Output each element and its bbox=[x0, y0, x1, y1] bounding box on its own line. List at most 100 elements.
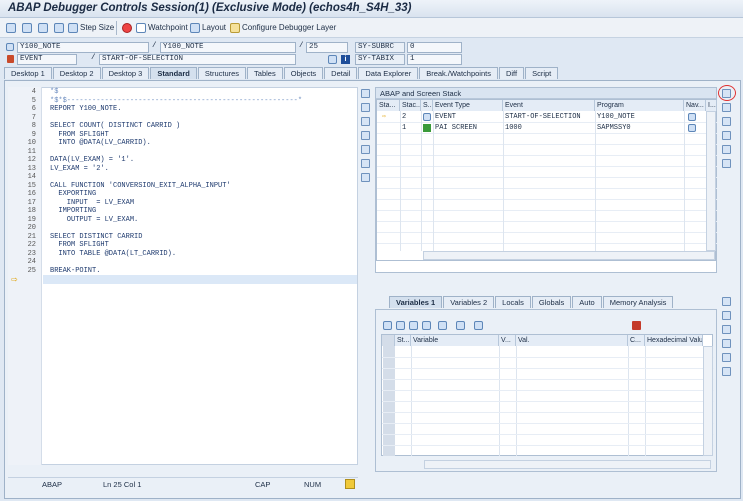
stack-row2-type[interactable]: PAI SCREEN bbox=[433, 123, 477, 134]
services-stack-icon[interactable] bbox=[722, 145, 731, 154]
var-tool-2-icon[interactable] bbox=[396, 321, 405, 330]
var-tool-1-icon[interactable] bbox=[383, 321, 392, 330]
code-line[interactable]: IMPORTING bbox=[50, 207, 96, 215]
code-line[interactable]: CALL FUNCTION 'CONVERSION_EXIT_ALPHA_INP… bbox=[50, 182, 231, 190]
stack-header-i[interactable]: I... bbox=[706, 100, 717, 111]
nav-row2-icon[interactable] bbox=[688, 124, 696, 132]
stack-header-level[interactable]: Stac... bbox=[400, 100, 421, 111]
var-vscroll[interactable] bbox=[703, 346, 713, 456]
code-line[interactable]: LV_EXAM = '2'. bbox=[50, 165, 109, 173]
replace-tool-icon[interactable] bbox=[361, 117, 370, 126]
code-line[interactable]: INTO TABLE @DATA(LT_CARRID). bbox=[50, 250, 176, 258]
tab-desktop-2[interactable]: Desktop 2 bbox=[52, 67, 101, 79]
var-header-c[interactable]: C... bbox=[628, 335, 645, 346]
stack-hscroll[interactable] bbox=[423, 251, 715, 260]
stack-row1-type[interactable]: EVENT bbox=[433, 112, 456, 123]
var-header-v[interactable]: V... bbox=[499, 335, 516, 346]
layout-vars-icon[interactable] bbox=[722, 367, 731, 376]
new-tool-icon[interactable] bbox=[361, 103, 370, 112]
close-tool-icon[interactable] bbox=[361, 89, 370, 98]
maximize-stack-icon[interactable] bbox=[722, 117, 731, 126]
layout-stack-icon[interactable] bbox=[722, 159, 731, 168]
layout-button[interactable]: Layout bbox=[190, 21, 226, 35]
step-into-icon[interactable] bbox=[6, 21, 16, 35]
code-line[interactable]: *$ bbox=[50, 88, 58, 96]
stack-tool-icon[interactable] bbox=[361, 173, 370, 182]
step-over-icon[interactable] bbox=[22, 21, 32, 35]
var-header-status[interactable]: St... bbox=[395, 335, 411, 346]
var-tool-7-icon[interactable] bbox=[474, 321, 483, 330]
tab-objects[interactable]: Objects bbox=[283, 67, 324, 79]
swap-stack-icon[interactable] bbox=[722, 131, 731, 140]
stack-header-status[interactable]: Sta... bbox=[377, 100, 400, 111]
tab-globals[interactable]: Globals bbox=[531, 296, 572, 308]
var-tool-6-icon[interactable] bbox=[456, 321, 465, 330]
tab-structures[interactable]: Structures bbox=[197, 67, 247, 79]
code-line[interactable]: BREAK-POINT. bbox=[50, 267, 100, 275]
tab-desktop-3[interactable]: Desktop 3 bbox=[101, 67, 150, 79]
var-tool-4-icon[interactable] bbox=[422, 321, 431, 330]
maximize-tool-icon[interactable] bbox=[361, 131, 370, 140]
swap-tool-icon[interactable] bbox=[361, 145, 370, 154]
code-line[interactable]: OUTPUT = LV_EXAM. bbox=[50, 216, 138, 224]
stack-row1-event[interactable]: START-OF-SELECTION bbox=[503, 112, 581, 123]
swap-vars-icon[interactable] bbox=[722, 339, 731, 348]
stack-row1-program[interactable]: Y100_NOTE bbox=[595, 112, 635, 123]
code-line[interactable]: DATA(LV_EXAM) = '1'. bbox=[50, 156, 134, 164]
navigate-icon[interactable] bbox=[328, 55, 337, 64]
continue-icon[interactable] bbox=[54, 21, 64, 35]
var-header-hex[interactable]: Hexadecimal Value bbox=[645, 335, 703, 346]
code-line[interactable]: EXPORTING bbox=[50, 190, 96, 198]
tab-desktop-1[interactable]: Desktop 1 bbox=[4, 67, 52, 79]
stack-row2-program[interactable]: SAPMSSY0 bbox=[595, 123, 631, 134]
var-header-variable[interactable]: Variable bbox=[411, 335, 499, 346]
stack-header-s[interactable]: S... bbox=[421, 100, 433, 111]
stack-row2-event[interactable]: 1000 bbox=[503, 123, 522, 134]
var-header-value[interactable]: Val. bbox=[516, 335, 628, 346]
stack-row1-level[interactable]: 2 bbox=[400, 112, 406, 123]
step-return-icon[interactable] bbox=[38, 21, 48, 35]
configure-layer-button[interactable]: Configure Debugger Layer bbox=[230, 21, 336, 35]
stack-header-program[interactable]: Program bbox=[595, 100, 684, 111]
nav-row1-icon[interactable] bbox=[688, 113, 696, 121]
maximize-vars-icon[interactable] bbox=[722, 325, 731, 334]
services-tool-icon[interactable] bbox=[361, 159, 370, 168]
stack-vscroll[interactable] bbox=[706, 111, 716, 251]
tab-detail[interactable]: Detail bbox=[324, 67, 358, 79]
watchpoint-button[interactable]: Watchpoint bbox=[136, 21, 188, 35]
stop-icon[interactable] bbox=[122, 21, 132, 35]
services-vars-icon[interactable] bbox=[722, 353, 731, 362]
tab-auto[interactable]: Auto bbox=[572, 296, 602, 308]
code-line[interactable]: INTO @DATA(LV_CARRID). bbox=[50, 139, 150, 147]
tab-tables[interactable]: Tables bbox=[247, 67, 283, 79]
code-line[interactable]: SELECT DISTINCT CARRID bbox=[50, 233, 142, 241]
tab-locals[interactable]: Locals bbox=[495, 296, 531, 308]
tab-script[interactable]: Script bbox=[525, 67, 559, 79]
new-stack-tool-icon[interactable] bbox=[722, 103, 731, 112]
tab-diff[interactable]: Diff bbox=[498, 67, 525, 79]
code-line[interactable]: REPORT Y100_NOTE. bbox=[50, 105, 121, 113]
info-icon[interactable]: i bbox=[341, 55, 350, 64]
stack-header-event[interactable]: Event bbox=[503, 100, 595, 111]
save-vars-icon[interactable] bbox=[632, 321, 641, 330]
stack-header-event-type[interactable]: Event Type bbox=[433, 100, 503, 111]
stack-header-nav[interactable]: Nav... bbox=[684, 100, 706, 111]
tab-variables-2[interactable]: Variables 2 bbox=[443, 296, 495, 308]
tab-standard[interactable]: Standard bbox=[150, 67, 197, 79]
step-size-button[interactable]: Step Size bbox=[68, 21, 114, 35]
new-vars-tool-icon[interactable] bbox=[722, 311, 731, 320]
editor-settings-icon[interactable] bbox=[345, 479, 355, 489]
tab-data-explorer[interactable]: Data Explorer bbox=[358, 67, 419, 79]
code-line[interactable]: FROM SFLIGHT bbox=[50, 241, 108, 249]
close-vars-icon[interactable] bbox=[722, 297, 731, 306]
code-line[interactable]: INPUT = LV_EXAM bbox=[50, 199, 134, 207]
code-line[interactable]: SELECT COUNT( DISTINCT CARRID ) bbox=[50, 122, 180, 130]
var-tool-5-icon[interactable] bbox=[438, 321, 447, 330]
code-line[interactable]: *$*$------------------------------------… bbox=[50, 97, 302, 105]
tab-break-watchpoints[interactable]: Break./Watchpoints bbox=[419, 67, 498, 79]
var-tool-3-icon[interactable] bbox=[409, 321, 418, 330]
tab-variables-1[interactable]: Variables 1 bbox=[389, 296, 443, 308]
stack-row2-level[interactable]: 1 bbox=[400, 123, 406, 134]
var-hscroll[interactable] bbox=[424, 460, 711, 469]
close-stack-icon[interactable] bbox=[722, 89, 731, 98]
